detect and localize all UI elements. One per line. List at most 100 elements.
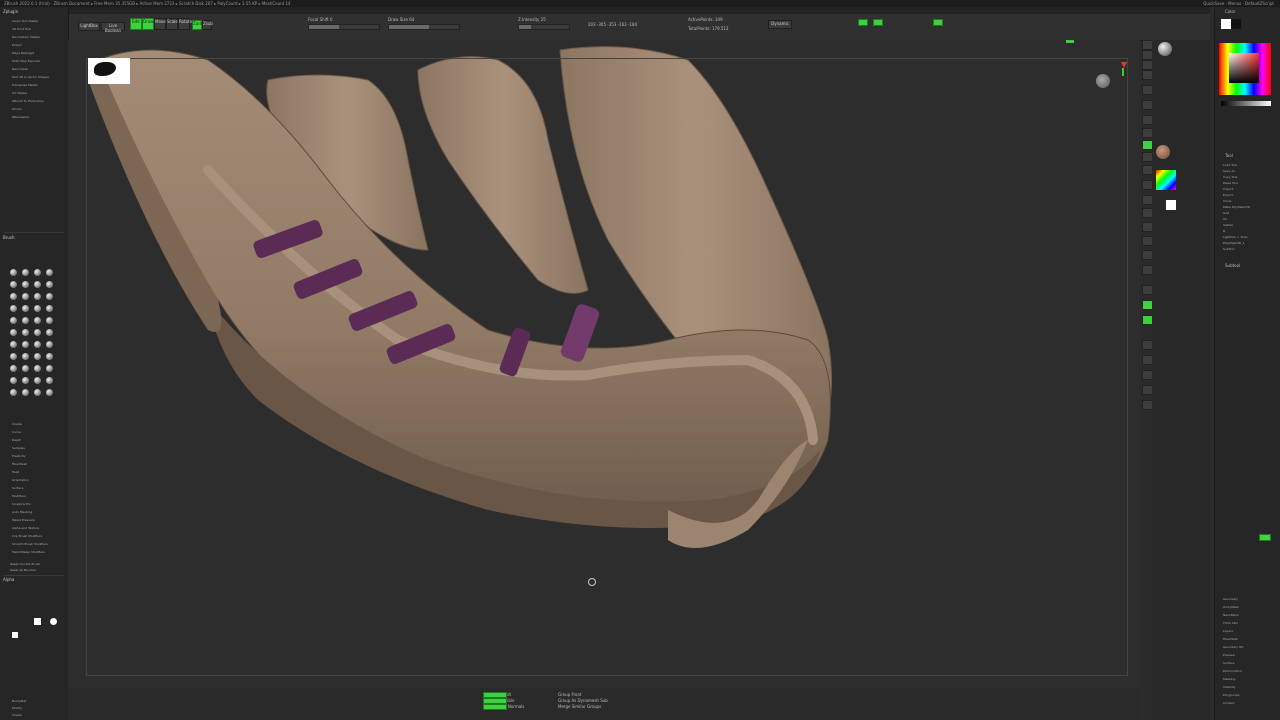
tool-item[interactable]: Surface (1223, 661, 1234, 665)
plugin-item[interactable]: Text 3D & Vector Shapes (12, 75, 49, 79)
color-wheel[interactable] (1219, 43, 1271, 95)
plugin-item[interactable]: UV Master (12, 91, 27, 95)
draw-button[interactable]: Draw (142, 18, 154, 30)
rotate-button[interactable]: Rotate (178, 18, 192, 30)
tool-item[interactable]: Masking (1223, 677, 1235, 681)
brush-thumbnail[interactable] (10, 341, 17, 348)
subtool-header[interactable]: Subtool (1225, 263, 1240, 269)
toggle-green-2[interactable] (873, 19, 883, 26)
tool-item[interactable]: Deformation (1223, 669, 1242, 673)
brush-thumbnail[interactable] (22, 365, 29, 372)
alpha-thumbnail[interactable] (34, 618, 41, 625)
material-sphere-icon[interactable] (1158, 42, 1172, 56)
tool-item[interactable]: FiberMesh (1223, 637, 1238, 641)
plugin-item[interactable]: Decimation Master (12, 35, 40, 39)
brush-subpalette[interactable]: Depth (12, 438, 21, 442)
zsub-button[interactable]: Zsub (202, 20, 213, 30)
brush-header[interactable]: Brush (3, 235, 15, 240)
brush-thumbnail[interactable] (10, 365, 17, 372)
brush-thumbnail[interactable] (22, 377, 29, 384)
toggle-green-3[interactable] (933, 19, 943, 26)
plugin-item[interactable]: Nanomesh (12, 67, 28, 71)
brush-thumbnail[interactable] (10, 377, 17, 384)
brush-subpalette[interactable]: Samples (12, 446, 25, 450)
brush-thumbnail[interactable] (46, 353, 53, 360)
tool-item[interactable]: Contact (1223, 701, 1235, 705)
tool-item[interactable]: Clone (1223, 199, 1232, 203)
brush-subpalette[interactable]: Twist (12, 470, 19, 474)
tool-item[interactable]: Thick Skin (1223, 621, 1238, 625)
brush-thumbnail[interactable] (46, 389, 53, 396)
tool-toggle[interactable] (1259, 534, 1271, 541)
tool-item[interactable]: Paste Tool (1223, 181, 1238, 185)
brush-thumbnail[interactable] (22, 281, 29, 288)
plugin-item[interactable]: ZColor (12, 107, 22, 111)
plugin-item[interactable]: ZRemesher (12, 115, 29, 119)
left-bottom-item[interactable]: BumpMat (12, 699, 26, 703)
brush-thumbnail[interactable] (34, 317, 41, 324)
plugin-item[interactable]: Multi Map Exporter (12, 59, 40, 63)
brush-thumbnail[interactable] (46, 317, 53, 324)
plugin-item[interactable]: Maya Retarget (12, 51, 34, 55)
brush-subpalette[interactable]: Tablet Pressure (12, 518, 35, 522)
brush-thumbnail[interactable] (46, 293, 53, 300)
viewport[interactable] (68, 40, 1140, 688)
move-button[interactable]: Move (154, 18, 166, 30)
color-picker-icon[interactable] (1156, 170, 1176, 190)
brush-thumbnail[interactable] (46, 269, 53, 276)
lightbox-button[interactable]: LightBox (78, 22, 100, 31)
brush-subpalette[interactable]: FiberMesh (12, 462, 27, 466)
left-bottom-item[interactable]: Create (12, 713, 22, 717)
tool-item[interactable]: Export (1223, 193, 1233, 197)
material-preview-icon[interactable] (1156, 145, 1170, 159)
tool-item[interactable]: Visible (1223, 223, 1233, 227)
brush-subpalette[interactable]: Clip Brush Modifiers (12, 534, 42, 538)
brush-thumbnail[interactable] (22, 293, 29, 300)
tool-item[interactable]: Layers (1223, 629, 1233, 633)
z-intensity-slider[interactable] (518, 24, 570, 30)
color-header[interactable]: Color (1225, 9, 1235, 15)
brush-subpalette[interactable]: Create (12, 422, 22, 426)
brush-subpalette[interactable]: Smooth Brush Modifiers (12, 542, 48, 546)
zadd-button[interactable]: Zadd (192, 20, 203, 30)
tool-item[interactable]: Lightbox > Tools (1223, 235, 1248, 239)
tool-item[interactable]: Geometry (1223, 597, 1238, 601)
color-square[interactable] (1229, 53, 1259, 83)
tool-item[interactable]: NanoMesh (1223, 613, 1239, 617)
tool-item[interactable]: Preview (1223, 653, 1235, 657)
brush-thumbnail[interactable] (22, 389, 29, 396)
plugin-item[interactable]: Transpose Master (12, 83, 38, 87)
focal-shift-slider[interactable] (308, 24, 380, 30)
plugin-item[interactable]: 3D Print Hub (12, 27, 31, 31)
brush-thumbnail[interactable] (10, 293, 17, 300)
reset-all-brushes-button[interactable]: Reset All Brushes (10, 568, 36, 572)
dynamic-button[interactable]: Dynamic (768, 20, 792, 29)
plugin-item[interactable]: Export (12, 43, 22, 47)
brush-subpalette[interactable]: Curve (12, 430, 21, 434)
orientation-gizmo-icon[interactable] (1096, 74, 1110, 88)
tool-item[interactable]: All (1223, 217, 1227, 221)
brush-thumbnail[interactable] (10, 305, 17, 312)
brush-thumbnail[interactable] (10, 389, 17, 396)
polygroup-item[interactable]: Merge Similar Groups (558, 704, 601, 710)
brush-thumbnail[interactable] (10, 269, 17, 276)
brush-thumbnail[interactable] (34, 377, 41, 384)
brush-thumbnail[interactable] (10, 329, 17, 336)
brush-thumbnail[interactable] (34, 281, 41, 288)
brush-thumbnail[interactable] (34, 365, 41, 372)
tool-item[interactable]: Make PolyMesh3D (1223, 205, 1250, 209)
brush-thumbnail[interactable] (46, 365, 53, 372)
draw-size-slider[interactable] (388, 24, 460, 30)
tool-item[interactable]: SubTool (1223, 247, 1235, 251)
plugin-item[interactable]: Clean Tool Master (12, 19, 39, 23)
tool-item[interactable]: Copy Tool (1223, 175, 1237, 179)
brush-subpalette[interactable]: Alpha and Texture (12, 526, 39, 530)
tool-item[interactable]: GoZ (1223, 211, 1229, 215)
brush-thumbnail[interactable] (34, 341, 41, 348)
brush-thumbnail[interactable] (46, 281, 53, 288)
alpha-header[interactable]: Alpha (3, 577, 14, 582)
tool-item[interactable]: Polygroups (1223, 693, 1239, 697)
bottom-toggle[interactable] (483, 704, 507, 710)
brush-subpalette[interactable]: Surface (12, 486, 23, 490)
brush-subpalette[interactable]: Auto Masking (12, 510, 32, 514)
